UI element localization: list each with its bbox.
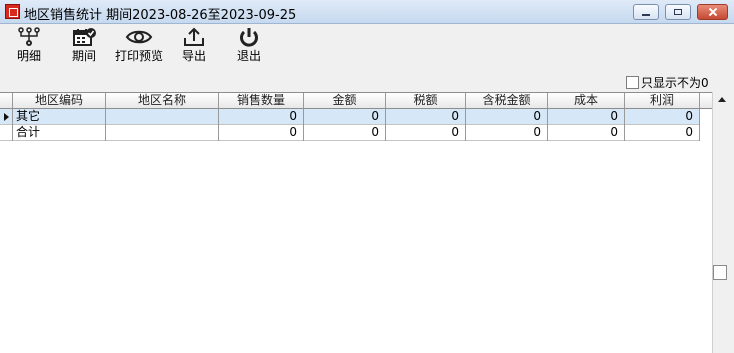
export-button[interactable]: 导出 [178, 27, 210, 69]
toolbar: 明细 期间 打印预览 导出 退出 [0, 24, 734, 72]
grid-header: 地区编码 地区名称 销售数量 金额 税额 含税金额 成本 利润 [0, 93, 712, 109]
row-indicator-header [0, 93, 13, 108]
cell-taxed-amount[interactable]: 0 [466, 125, 548, 141]
nonzero-filter-label: 只显示不为0 [641, 76, 709, 90]
print-preview-button[interactable]: 打印预览 [114, 27, 164, 69]
row-indicator [0, 125, 13, 141]
cell-cost[interactable]: 0 [548, 109, 625, 125]
power-icon [240, 28, 258, 47]
cell-taxed-amount[interactable]: 0 [466, 109, 548, 125]
cell-region-name[interactable] [106, 125, 219, 141]
column-header-cost[interactable]: 成本 [548, 93, 625, 108]
cell-cost[interactable]: 0 [548, 125, 625, 141]
exit-label: 退出 [236, 49, 261, 63]
close-button[interactable] [697, 4, 728, 20]
scroll-up-icon[interactable] [718, 97, 726, 102]
nonzero-filter[interactable]: 只显示不为0 [626, 74, 709, 91]
window-title: 地区销售统计 期间2023-08-26至2023-09-25 [24, 8, 297, 23]
cell-region-code[interactable]: 其它 [13, 109, 106, 125]
calendar-check-icon [73, 28, 96, 46]
minimize-button[interactable] [633, 4, 659, 20]
nonzero-checkbox[interactable] [626, 76, 639, 89]
period-label: 期间 [71, 49, 96, 63]
column-header-profit[interactable]: 利润 [625, 93, 700, 108]
sales-grid[interactable]: 地区编码 地区名称 销售数量 金额 税额 含税金额 成本 利润 其它 0 0 0… [0, 92, 712, 353]
app-window: 地区销售统计 期间2023-08-26至2023-09-25 明细 期间 打印预… [0, 0, 734, 353]
cell-profit[interactable]: 0 [625, 125, 700, 141]
export-label: 导出 [181, 49, 206, 63]
title-bar[interactable]: 地区销售统计 期间2023-08-26至2023-09-25 [0, 0, 734, 24]
period-button[interactable]: 期间 [68, 27, 100, 69]
vertical-scrollbar[interactable] [712, 92, 734, 353]
hierarchy-icon [18, 27, 40, 46]
cell-region-name[interactable] [106, 109, 219, 125]
cell-sales-qty[interactable]: 0 [219, 109, 304, 125]
column-header-region-code[interactable]: 地区编码 [13, 93, 106, 108]
eye-icon [125, 30, 153, 44]
column-header-region-name[interactable]: 地区名称 [106, 93, 219, 108]
current-row-indicator [0, 109, 13, 125]
table-row[interactable]: 合计 0 0 0 0 0 0 [0, 125, 700, 141]
exit-button[interactable]: 退出 [233, 27, 265, 69]
column-header-taxed-amount[interactable]: 含税金额 [466, 93, 548, 108]
column-header-tax[interactable]: 税额 [386, 93, 466, 108]
cell-tax[interactable]: 0 [386, 125, 466, 141]
cell-profit[interactable]: 0 [625, 109, 700, 125]
app-icon [5, 4, 20, 19]
cell-tax[interactable]: 0 [386, 109, 466, 125]
row-pointer-icon [4, 113, 9, 121]
detail-button[interactable]: 明细 [12, 27, 46, 69]
cell-amount[interactable]: 0 [304, 109, 386, 125]
column-header-sales-qty[interactable]: 销售数量 [219, 93, 304, 108]
export-icon [184, 27, 204, 46]
cell-region-code[interactable]: 合计 [13, 125, 106, 141]
cell-amount[interactable]: 0 [304, 125, 386, 141]
print-preview-label: 打印预览 [114, 49, 163, 63]
cell-sales-qty[interactable]: 0 [219, 125, 304, 141]
column-header-amount[interactable]: 金额 [304, 93, 386, 108]
scroll-thumb[interactable] [713, 265, 727, 280]
detail-label: 明细 [16, 49, 41, 63]
table-row[interactable]: 其它 0 0 0 0 0 0 [0, 109, 700, 125]
maximize-button[interactable] [665, 4, 691, 20]
